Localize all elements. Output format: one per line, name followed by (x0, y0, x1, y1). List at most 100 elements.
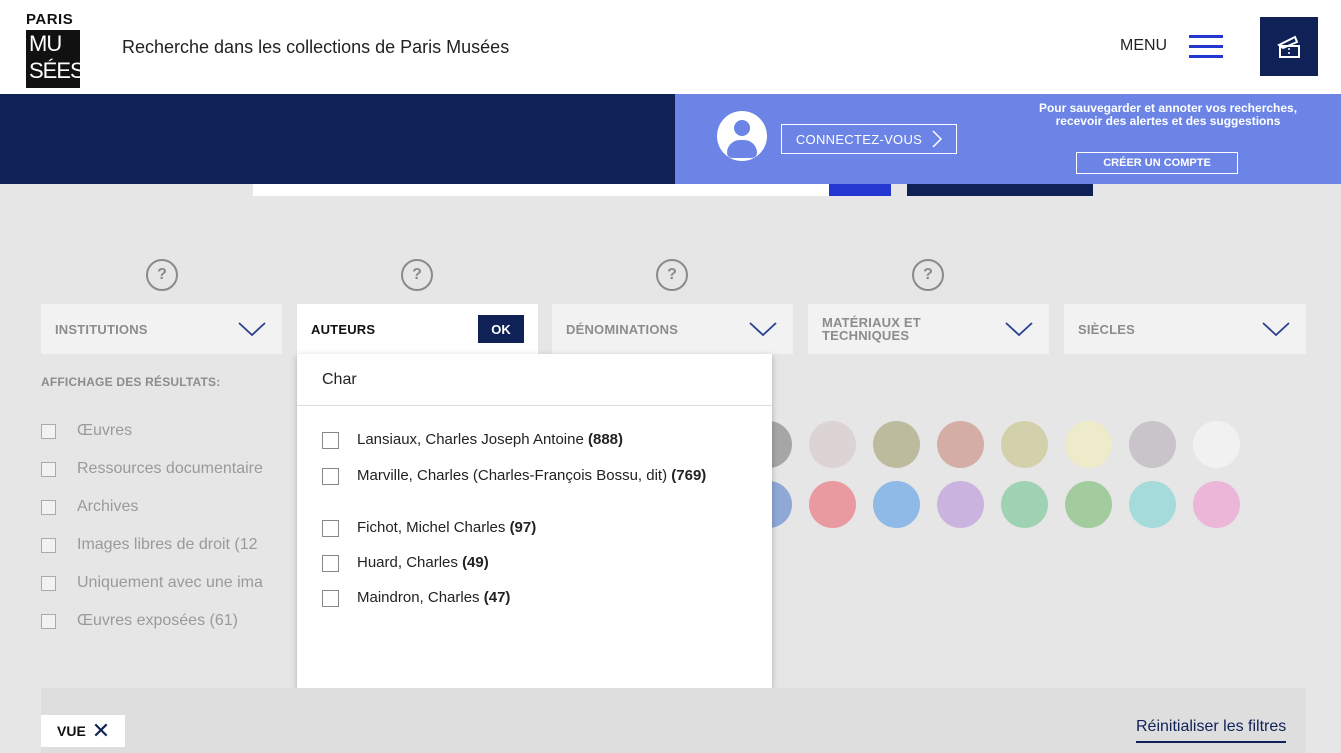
author-count: (888) (588, 431, 624, 448)
active-filter-tag[interactable]: VUE ✕ (41, 715, 125, 747)
site-title: Recherche dans les collections de Paris … (122, 37, 510, 57)
menu-label[interactable]: MENU (1120, 37, 1167, 55)
option-label: Œuvres exposées (61) (77, 612, 238, 629)
author-name: Fichot, Michel Charles (357, 519, 506, 536)
checkbox[interactable] (322, 555, 339, 572)
user-avatar-icon (717, 111, 767, 161)
color-swatch[interactable] (1065, 481, 1112, 528)
filter-auteurs[interactable]: AUTEURS OK (297, 304, 538, 354)
display-option-oeuvres[interactable]: Œuvres (41, 421, 132, 441)
connect-button[interactable]: CONNECTEZ-VOUS (781, 124, 957, 154)
option-label: Uniquement avec une ima (77, 574, 263, 591)
color-swatch[interactable] (1193, 421, 1240, 468)
author-name: Huard, Charles (357, 554, 458, 571)
chevron-down-icon (238, 322, 266, 337)
filter-siecles-label: SIÈCLES (1078, 321, 1136, 337)
filter-siecles[interactable]: SIÈCLES (1064, 304, 1306, 354)
create-account-button[interactable]: CRÉER UN COMPTE (1076, 152, 1238, 174)
help-auteurs-icon[interactable]: ? (401, 259, 433, 291)
checkbox[interactable] (41, 575, 56, 591)
author-name: Marville, Charles (Charles-François Boss… (357, 467, 668, 484)
author-option[interactable]: Fichot, Michel Charles (97) (322, 520, 536, 537)
display-options-title: AFFICHAGE DES RÉSULTATS: (41, 375, 221, 389)
author-name: Lansiaux, Charles Joseph Antoine (357, 431, 584, 448)
checkbox[interactable] (322, 520, 339, 537)
author-option[interactable]: Maindron, Charles (47) (322, 590, 510, 607)
connect-label: CONNECTEZ-VOUS (795, 131, 923, 147)
author-option[interactable]: Lansiaux, Charles Joseph Antoine (888) (322, 432, 623, 449)
filter-auteurs-label: AUTEURS (311, 321, 376, 337)
color-swatch[interactable] (1001, 481, 1048, 528)
vue-label: VUE (57, 723, 86, 739)
site-header: PARIS MU SÉES Recherche dans les collect… (0, 0, 1341, 94)
display-option-images-libres[interactable]: Images libres de droit (12 (41, 535, 258, 555)
option-label: Œuvres (77, 422, 133, 439)
advanced-search-button[interactable] (907, 184, 1093, 196)
help-institutions-icon[interactable]: ? (146, 259, 178, 291)
checkbox[interactable] (322, 432, 339, 449)
display-option-exposees[interactable]: Œuvres exposées (61) (41, 611, 238, 631)
author-label: Fichot, Michel Charles (97) (357, 520, 536, 536)
display-option-archives[interactable]: Archives (41, 497, 138, 517)
ticket-button[interactable] (1260, 17, 1318, 76)
logo-musees-box: MU SÉES (26, 30, 85, 88)
color-swatch[interactable] (937, 481, 984, 528)
checkbox[interactable] (322, 590, 339, 607)
checkbox[interactable] (41, 499, 56, 515)
banner-dark (0, 94, 675, 184)
author-name: Maindron, Charles (357, 589, 480, 606)
color-swatch[interactable] (809, 481, 856, 528)
chevron-right-icon (932, 130, 943, 148)
author-label: Huard, Charles (49) (357, 555, 489, 571)
option-label: Images libres de droit (12 (77, 536, 258, 553)
display-option-avec-image[interactable]: Uniquement avec une ima (41, 573, 263, 593)
color-swatch[interactable] (937, 421, 984, 468)
logo-line2: SÉES (29, 58, 85, 83)
filter-materiaux[interactable]: MATÉRIAUX ET TECHNIQUES (808, 304, 1049, 354)
author-label: Marville, Charles (Charles-François Boss… (357, 468, 706, 484)
author-option[interactable]: Huard, Charles (49) (322, 555, 489, 572)
search-input[interactable] (253, 184, 830, 196)
filter-materiaux-label: MATÉRIAUX ET TECHNIQUES (822, 315, 921, 343)
help-materiaux-icon[interactable]: ? (912, 259, 944, 291)
color-swatch[interactable] (1129, 421, 1176, 468)
login-banner: CONNECTEZ-VOUS Pour sauvegarder et annot… (675, 94, 1341, 184)
chevron-down-icon (1005, 322, 1033, 337)
color-swatch[interactable] (873, 421, 920, 468)
option-label: Ressources documentaire (77, 460, 263, 477)
checkbox[interactable] (41, 423, 56, 439)
reset-filters-link[interactable]: Réinitialiser les filtres (1136, 718, 1287, 743)
filter-denominations[interactable]: DÉNOMINATIONS (552, 304, 793, 354)
paris-musees-logo[interactable]: PARIS MU SÉES (26, 11, 85, 88)
chevron-down-icon (1262, 322, 1290, 337)
author-option[interactable]: Marville, Charles (Charles-François Boss… (322, 468, 722, 485)
author-count: (47) (483, 589, 511, 606)
color-swatch[interactable] (1065, 421, 1112, 468)
checkbox[interactable] (41, 461, 56, 477)
close-icon[interactable]: ✕ (92, 720, 110, 742)
hamburger-menu-icon[interactable] (1189, 35, 1223, 59)
checkbox[interactable] (41, 613, 56, 629)
filter-institutions[interactable]: INSTITUTIONS (41, 304, 282, 354)
auteurs-ok-button[interactable]: OK (478, 315, 524, 343)
logo-paris-text: PARIS (26, 11, 74, 28)
auteurs-dropdown: Char Lansiaux, Charles Joseph Antoine (8… (297, 354, 772, 688)
help-denominations-icon[interactable]: ? (656, 259, 688, 291)
logo-line1: MU (29, 31, 62, 56)
filter-denominations-label: DÉNOMINATIONS (566, 321, 679, 337)
author-count: (769) (671, 467, 707, 484)
color-swatch[interactable] (809, 421, 856, 468)
auteurs-search-input[interactable]: Char (297, 354, 772, 406)
author-label: Maindron, Charles (47) (357, 590, 510, 606)
search-submit-button[interactable] (829, 184, 891, 196)
color-swatch[interactable] (1129, 481, 1176, 528)
checkbox[interactable] (41, 537, 56, 553)
color-swatch[interactable] (1193, 481, 1240, 528)
checkbox[interactable] (322, 468, 339, 485)
author-count: (97) (509, 519, 537, 536)
color-swatch[interactable] (1001, 421, 1048, 468)
color-swatch[interactable] (873, 481, 920, 528)
promo-text: Pour sauvegarder et annoter vos recherch… (1038, 101, 1298, 128)
display-option-ressources[interactable]: Ressources documentaire (41, 459, 263, 479)
author-count: (49) (462, 554, 489, 571)
